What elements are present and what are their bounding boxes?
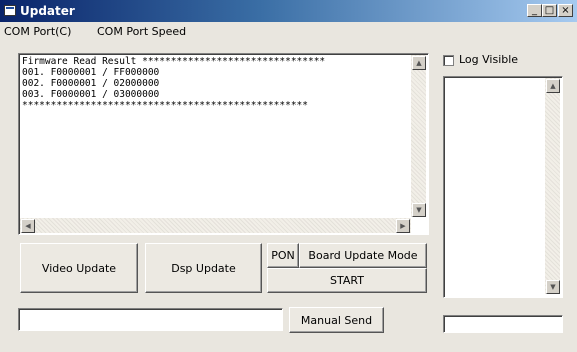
result-hscroll-track[interactable] (20, 218, 411, 233)
log-list[interactable]: ▲ ▼ (443, 76, 563, 298)
result-line: Firmware Read Result *******************… (22, 56, 326, 67)
window-title: Updater (20, 4, 75, 18)
app-icon (4, 5, 16, 16)
result-vscroll-track[interactable] (411, 55, 426, 217)
log-vscroll-track[interactable] (545, 78, 560, 294)
result-line: 003. F0000001 / 03000000 (22, 89, 160, 100)
log-scroll-down-icon[interactable]: ▼ (546, 280, 560, 294)
video-update-button[interactable]: Video Update (20, 243, 138, 293)
close-icon[interactable]: × (558, 4, 573, 17)
scroll-right-icon[interactable]: ▶ (396, 219, 410, 233)
menu-bar: COM Port(C) COM Port Speed (0, 22, 577, 42)
scroll-down-icon[interactable]: ▼ (412, 203, 426, 217)
pon-button[interactable]: PON (267, 243, 299, 268)
log-visible-label[interactable]: Log Visible (459, 53, 518, 66)
result-line: ****************************************… (22, 100, 308, 111)
log-scroll-up-icon[interactable]: ▲ (546, 79, 560, 93)
menu-com-port[interactable]: COM Port(C) (4, 25, 71, 38)
manual-input[interactable] (18, 308, 283, 331)
dsp-update-button[interactable]: Dsp Update (145, 243, 262, 293)
manual-send-button[interactable]: Manual Send (289, 307, 384, 333)
minimize-icon[interactable]: _ (527, 4, 542, 17)
result-text: Firmware Read Result *******************… (22, 56, 325, 111)
title-bar[interactable]: Updater _ □ × (0, 0, 577, 22)
firmware-result-box[interactable]: Firmware Read Result *******************… (18, 53, 429, 235)
status-field[interactable] (443, 315, 563, 333)
result-line: 001. F0000001 / FF000000 (22, 67, 160, 78)
menu-com-port-speed[interactable]: COM Port Speed (97, 25, 186, 38)
scroll-left-icon[interactable]: ◀ (21, 219, 35, 233)
maximize-icon[interactable]: □ (542, 4, 557, 17)
scroll-up-icon[interactable]: ▲ (412, 56, 426, 70)
result-line: 002. F0000001 / 02000000 (22, 78, 160, 89)
log-visible-checkbox[interactable] (443, 55, 454, 66)
start-button[interactable]: START (267, 268, 427, 293)
board-update-mode-button[interactable]: Board Update Mode (299, 243, 427, 268)
